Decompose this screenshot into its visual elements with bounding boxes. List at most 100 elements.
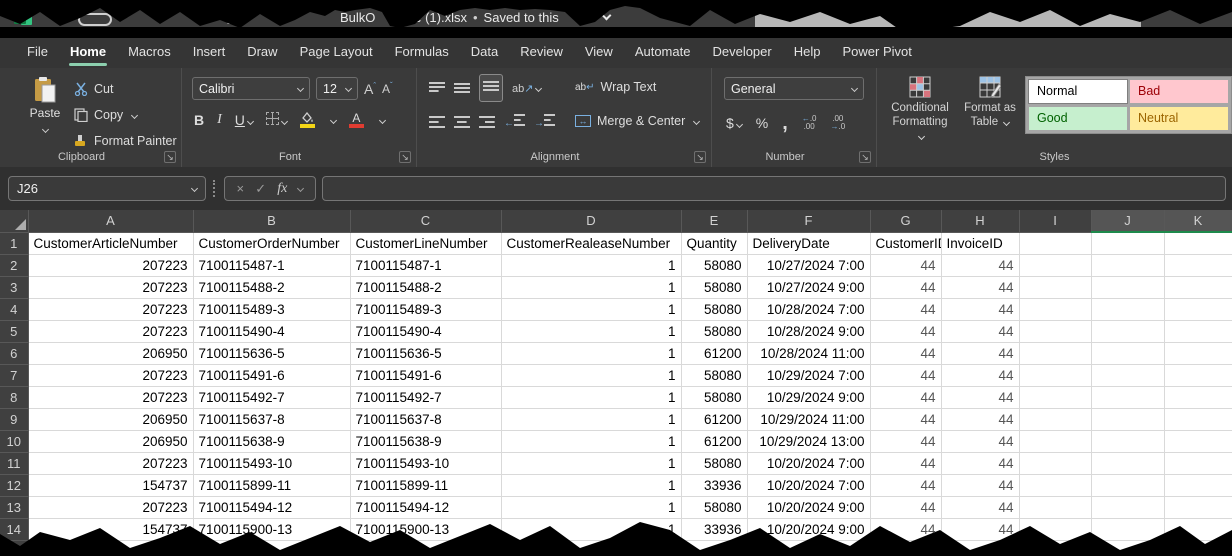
cell[interactable]: 207223: [28, 276, 193, 298]
cell[interactable]: 44: [870, 452, 941, 474]
menu-tab-insert[interactable]: Insert: [182, 38, 237, 68]
cell[interactable]: [1091, 232, 1164, 254]
cell[interactable]: [1091, 342, 1164, 364]
cell[interactable]: 10/29/2024 13:00: [747, 430, 870, 452]
autosave-toggle[interactable]: [78, 13, 112, 26]
cell[interactable]: 44: [941, 386, 1019, 408]
column-header-F[interactable]: F: [747, 210, 870, 232]
cell[interactable]: 206950: [28, 408, 193, 430]
menu-tab-power-pivot[interactable]: Power Pivot: [831, 38, 922, 68]
style-bad[interactable]: Bad: [1130, 80, 1228, 103]
cell[interactable]: 7100115494-12: [193, 496, 350, 518]
cell[interactable]: 44: [941, 254, 1019, 276]
formula-input[interactable]: [322, 176, 1226, 201]
cell[interactable]: [1164, 540, 1232, 556]
row-header-14[interactable]: 14: [0, 518, 28, 540]
menu-tab-review[interactable]: Review: [509, 38, 574, 68]
cell[interactable]: 44: [870, 474, 941, 496]
borders-button[interactable]: [266, 112, 287, 128]
cell[interactable]: 7100115900-13: [193, 518, 350, 540]
format-painter-button[interactable]: Format Painter: [74, 130, 177, 152]
cell[interactable]: [1164, 430, 1232, 452]
search-box[interactable]: [755, 10, 1141, 32]
cell[interactable]: 7100115488-2: [350, 276, 501, 298]
cell[interactable]: [1091, 518, 1164, 540]
cell[interactable]: [1019, 298, 1091, 320]
cell[interactable]: 10/20/2024 9:00: [747, 518, 870, 540]
cell[interactable]: 206950: [28, 342, 193, 364]
currency-button[interactable]: $: [726, 115, 742, 131]
cell[interactable]: [1019, 232, 1091, 254]
menu-tab-file[interactable]: File: [16, 38, 59, 68]
cut-button[interactable]: Cut: [74, 78, 113, 100]
column-header-J[interactable]: J: [1091, 210, 1164, 232]
cell[interactable]: 7100115637-8: [350, 408, 501, 430]
cell[interactable]: 1: [501, 298, 681, 320]
menu-tab-draw[interactable]: Draw: [236, 38, 288, 68]
cell[interactable]: [1019, 452, 1091, 474]
cell[interactable]: 207223: [28, 364, 193, 386]
cell[interactable]: [1019, 320, 1091, 342]
decrease-indent-button[interactable]: ←: [504, 113, 525, 131]
cell[interactable]: [1091, 408, 1164, 430]
cell[interactable]: [1164, 276, 1232, 298]
cell[interactable]: [1019, 276, 1091, 298]
cell[interactable]: 7100115490-4: [350, 320, 501, 342]
cell[interactable]: [1091, 254, 1164, 276]
cell[interactable]: 44: [870, 496, 941, 518]
cell[interactable]: 44: [941, 474, 1019, 496]
cell[interactable]: [1091, 430, 1164, 452]
cell[interactable]: 61200: [681, 342, 747, 364]
menu-tab-help[interactable]: Help: [783, 38, 832, 68]
cell[interactable]: 44: [870, 298, 941, 320]
cell[interactable]: 10/27/2024 9:00: [747, 276, 870, 298]
cell[interactable]: [1164, 408, 1232, 430]
cell[interactable]: 1: [501, 386, 681, 408]
cell[interactable]: [1019, 518, 1091, 540]
cell[interactable]: [1091, 276, 1164, 298]
menu-tab-home[interactable]: Home: [59, 38, 117, 68]
menu-tab-macros[interactable]: Macros: [117, 38, 182, 68]
row-header-2[interactable]: 2: [0, 254, 28, 276]
cell[interactable]: 7100115899-11: [350, 474, 501, 496]
cell[interactable]: 44: [870, 430, 941, 452]
column-header-B[interactable]: B: [193, 210, 350, 232]
menu-tab-formulas[interactable]: Formulas: [384, 38, 460, 68]
clipboard-dialog-launcher[interactable]: ↘: [164, 151, 176, 163]
cell[interactable]: 44: [870, 342, 941, 364]
cell[interactable]: 1: [501, 518, 681, 540]
cell[interactable]: 44: [941, 518, 1019, 540]
cell[interactable]: 58080: [681, 298, 747, 320]
cell[interactable]: 61200: [681, 430, 747, 452]
column-header-G[interactable]: G: [870, 210, 941, 232]
cell[interactable]: 206950: [28, 430, 193, 452]
cell[interactable]: 10/29/2024 11:00: [747, 408, 870, 430]
bold-button[interactable]: B: [194, 112, 204, 128]
row-header-12[interactable]: 12: [0, 474, 28, 496]
font-dialog-launcher[interactable]: ↘: [399, 151, 411, 163]
cell[interactable]: 58080: [681, 254, 747, 276]
cell[interactable]: Quantity: [681, 232, 747, 254]
cell[interactable]: 7100115638-9: [193, 430, 350, 452]
cell[interactable]: [1091, 474, 1164, 496]
conditional-formatting-button[interactable]: Conditional Formatting: [887, 76, 953, 144]
cell[interactable]: 207223: [28, 298, 193, 320]
cell[interactable]: 44: [870, 254, 941, 276]
cell[interactable]: [1019, 496, 1091, 518]
insert-function-button[interactable]: fx: [277, 181, 287, 197]
cell[interactable]: 61200: [681, 408, 747, 430]
cell[interactable]: 44: [941, 364, 1019, 386]
cell[interactable]: [1164, 320, 1232, 342]
orientation-button[interactable]: ab↗: [512, 82, 541, 95]
cell[interactable]: 7100115637-8: [193, 408, 350, 430]
cell[interactable]: 10/28/2024 11:00: [747, 342, 870, 364]
cell[interactable]: 7100115636-5: [193, 342, 350, 364]
font-color-button[interactable]: A: [349, 113, 364, 128]
cell[interactable]: 7100115487-1: [193, 254, 350, 276]
cell[interactable]: 58080: [681, 276, 747, 298]
decrease-font-size-button[interactable]: Aˇ: [382, 81, 393, 96]
cell[interactable]: CustomerID: [870, 232, 941, 254]
cell[interactable]: [1019, 474, 1091, 496]
cell[interactable]: [1019, 364, 1091, 386]
column-header-C[interactable]: C: [350, 210, 501, 232]
